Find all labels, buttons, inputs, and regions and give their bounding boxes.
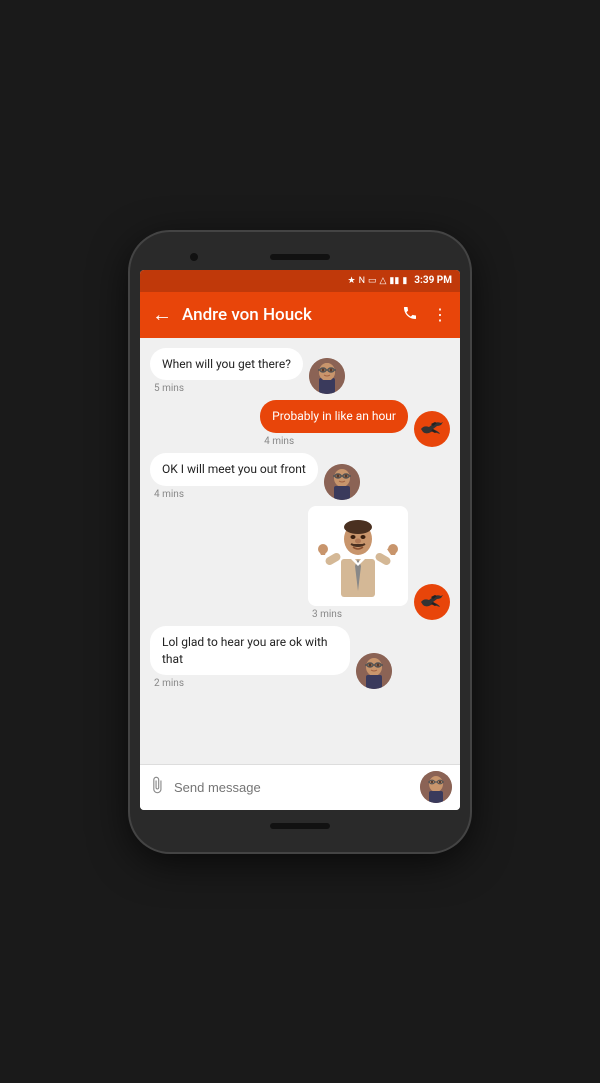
message-text: Lol glad to hear you are ok with that	[162, 635, 328, 666]
avatar	[414, 584, 450, 620]
avatar	[324, 464, 360, 500]
status-bar: ★ N ▭ △ ▮▮ ▮ 3:39 PM	[140, 270, 460, 292]
message-bubble-wrap: Probably in like an hour 4 mins	[260, 400, 408, 447]
message-bubble-wrap: OK I will meet you out front 4 mins	[150, 453, 318, 500]
message-row: Lol glad to hear you are ok with that 2 …	[150, 626, 450, 690]
message-bubble-outgoing: Probably in like an hour	[260, 400, 408, 433]
message-row: Probably in like an hour 4 mins	[150, 400, 450, 447]
status-icons: ★ N ▭ △ ▮▮ ▮ 3:39 PM	[347, 275, 452, 286]
message-bubble-wrap: Lol glad to hear you are ok with that 2 …	[150, 626, 350, 690]
message-text: OK I will meet you out front	[162, 462, 306, 476]
sticker-message: 3 mins	[308, 506, 408, 620]
app-bar-actions: ⋮	[402, 305, 448, 325]
nfc-icon: N	[359, 276, 365, 286]
message-row: 3 mins	[150, 506, 450, 620]
message-bubble: Lol glad to hear you are ok with that	[150, 626, 350, 676]
sticker-box	[308, 506, 408, 606]
attach-button[interactable]	[148, 776, 166, 799]
contact-name: Andre von Houck	[182, 305, 402, 325]
more-options-button[interactable]: ⋮	[432, 305, 448, 324]
borat-sticker	[313, 511, 403, 601]
status-time: 3:39 PM	[414, 275, 452, 286]
message-row: When will you get there? 5 mins	[150, 348, 450, 395]
message-bubble-wrap: When will you get there? 5 mins	[150, 348, 303, 395]
messages-container: When will you get there? 5 mins	[140, 338, 460, 764]
message-time: 5 mins	[150, 383, 303, 394]
bottom-speaker	[270, 823, 330, 829]
app-bar: ← Andre von Houck ⋮	[140, 292, 460, 338]
avatar	[414, 411, 450, 447]
phone-screen: ★ N ▭ △ ▮▮ ▮ 3:39 PM ← Andre von Houck ⋮	[140, 270, 460, 810]
phone-bottom-bar	[140, 814, 460, 838]
message-bubble: OK I will meet you out front	[150, 453, 318, 486]
wifi-icon: △	[380, 276, 387, 286]
phone-top-bar	[140, 246, 460, 268]
message-bubble: When will you get there?	[150, 348, 303, 381]
phone-frame: ★ N ▭ △ ▮▮ ▮ 3:39 PM ← Andre von Houck ⋮	[130, 232, 470, 852]
battery-icon: ▮	[402, 276, 407, 286]
back-button[interactable]: ←	[152, 302, 172, 327]
message-time: 2 mins	[150, 678, 350, 689]
message-row: OK I will meet you out front 4 mins	[150, 453, 450, 500]
message-text: When will you get there?	[162, 357, 291, 371]
mute-icon: ▭	[368, 276, 377, 286]
message-text: Probably in like an hour	[272, 409, 396, 423]
avatar	[356, 653, 392, 689]
front-camera	[190, 253, 198, 261]
message-input[interactable]	[174, 780, 412, 795]
phone-call-button[interactable]	[402, 305, 418, 325]
signal-icon: ▮▮	[389, 276, 399, 286]
message-time: 4 mins	[260, 436, 408, 447]
message-time: 3 mins	[308, 609, 408, 620]
input-bar	[140, 764, 460, 810]
send-avatar	[420, 771, 452, 803]
bluetooth-icon: ★	[347, 276, 355, 286]
speaker-grille	[270, 254, 330, 260]
avatar	[309, 358, 345, 394]
message-time: 4 mins	[150, 489, 318, 500]
